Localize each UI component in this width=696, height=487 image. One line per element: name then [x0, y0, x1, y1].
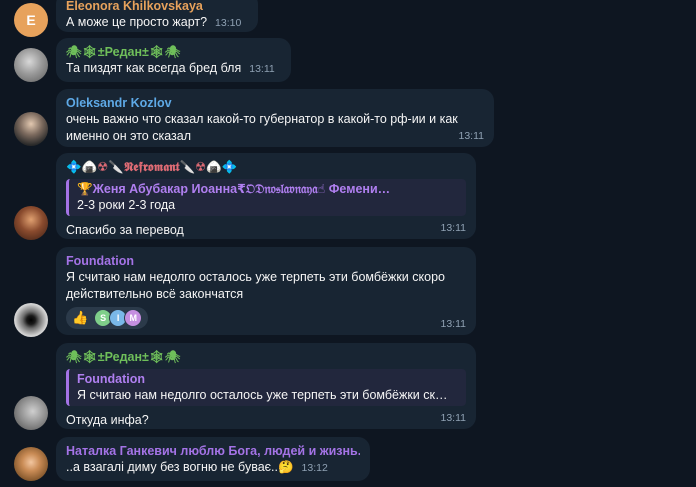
message-text: Я считаю нам недолго осталось уже терпет… — [66, 270, 445, 301]
message-text: Спасибо за перевод — [66, 223, 184, 237]
message-time: 13:11 — [440, 412, 467, 424]
avatar[interactable] — [14, 303, 48, 337]
sender-name[interactable]: 🕷🕸±Редан±🕸🕷 — [66, 44, 281, 60]
message-time: 13:11 — [440, 222, 467, 234]
avatar[interactable] — [14, 112, 48, 146]
reactions-bar[interactable]: 👍 S I M — [66, 307, 149, 329]
sender-name[interactable]: Наталка Ганкевич люблю Бога, людей и жиз… — [66, 443, 360, 459]
avatar[interactable] — [14, 48, 48, 82]
message-bubble[interactable]: Eleonora Khilkovskaya А може це просто ж… — [56, 0, 258, 32]
reactor-avatar: M — [124, 309, 143, 327]
message-text: Та пиздят как всегда бред бля 13:11 — [66, 61, 275, 75]
sender-name[interactable]: Foundation — [66, 253, 466, 269]
reply-text: 2-3 роки 2-3 года — [77, 198, 176, 212]
message-text: очень важно что сказал какой-то губернат… — [66, 112, 458, 143]
message-text: ..а взагалі диму без вогню не буває..🤔 13… — [66, 460, 328, 474]
message-bubble[interactable]: 🕷🕸±Редан±🕸🕷 Foundation Я считаю нам недо… — [56, 343, 476, 429]
reply-preview[interactable]: Foundation Я считаю нам недолго осталось… — [66, 369, 466, 406]
sender-name[interactable]: Oleksandr Kozlov — [66, 95, 484, 111]
message-text: Откуда инфа? — [66, 413, 149, 427]
message-time: 13:11 — [249, 63, 275, 75]
message-bubble[interactable]: 🕷🕸±Редан±🕸🕷 Та пиздят как всегда бред бл… — [56, 38, 291, 82]
reply-sender-name: 🏆Женя Абубакар Иоанна₹𝔒𝔇𝔫𝔬𝔰𝔩𝔞𝔳𝔫𝔞𝔶𝔞☝ Феме… — [77, 182, 391, 196]
sender-name[interactable]: 🕷🕸±Редан±🕸🕷 — [66, 349, 466, 365]
sender-name[interactable]: 💠🍙☢🔪𝕹𝖊𝖋𝖗𝖔𝖒𝖆𝖓𝖙🔪☢🍙💠 — [66, 159, 466, 175]
reply-preview[interactable]: 🏆Женя Абубакар Иоанна₹𝔒𝔇𝔫𝔬𝔰𝔩𝔞𝔳𝔫𝔞𝔶𝔞☝ Феме… — [66, 179, 466, 216]
sender-name[interactable]: Eleonora Khilkovskaya — [66, 0, 248, 14]
message-bubble[interactable]: Foundation Я считаю нам недолго осталось… — [56, 247, 476, 335]
message-bubble[interactable]: Наталка Ганкевич люблю Бога, людей и жиз… — [56, 437, 370, 481]
message-time: 13:11 — [440, 318, 467, 330]
reply-text: Я считаю нам недолго осталось уже терпет… — [77, 388, 448, 402]
message-time: 13:11 — [458, 130, 485, 142]
reply-sender-name: Foundation — [77, 372, 146, 386]
message-bubble[interactable]: 💠🍙☢🔪𝕹𝖊𝖋𝖗𝖔𝖒𝖆𝖓𝖙🔪☢🍙💠 🏆Женя Абубакар Иоанна₹… — [56, 153, 476, 239]
message-text: А може це просто жарт? 13:10 — [66, 15, 242, 29]
avatar[interactable]: E — [14, 3, 48, 37]
thumbs-up-icon: 👍 — [72, 310, 89, 325]
avatar[interactable] — [14, 396, 48, 430]
avatar[interactable] — [14, 206, 48, 240]
message-time: 13:10 — [215, 17, 242, 29]
message-time: 13:12 — [301, 462, 328, 474]
message-bubble[interactable]: Oleksandr Kozlov очень важно что сказал … — [56, 89, 494, 147]
avatar[interactable] — [14, 447, 48, 481]
